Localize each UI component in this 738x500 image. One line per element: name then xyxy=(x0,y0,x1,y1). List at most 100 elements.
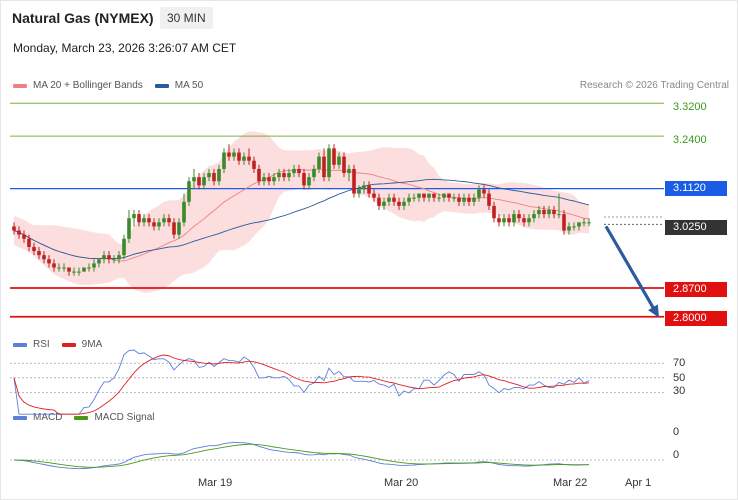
candle-body xyxy=(327,148,331,178)
candle-body xyxy=(547,210,551,215)
candle-body xyxy=(262,177,266,182)
candle-body xyxy=(482,189,486,194)
candle-body xyxy=(322,156,326,178)
candle-body xyxy=(387,197,391,202)
candle-body xyxy=(222,152,226,169)
candle-body xyxy=(192,177,196,182)
candle-body xyxy=(512,214,516,223)
candle-body xyxy=(197,177,201,186)
candle-body xyxy=(437,197,441,199)
candle-body xyxy=(562,214,566,231)
candle-body xyxy=(367,185,371,194)
candle-body xyxy=(332,148,336,165)
candle-body xyxy=(72,271,76,273)
candle-body xyxy=(402,201,406,206)
candle-body xyxy=(272,177,276,182)
candle-body xyxy=(17,230,21,235)
x-axis-tick-label: Apr 1 xyxy=(625,477,652,489)
candle-body xyxy=(237,152,241,161)
candle-body xyxy=(257,168,261,182)
candle-body xyxy=(337,156,341,165)
candle-body xyxy=(522,218,526,223)
candle-body xyxy=(557,214,561,216)
x-axis-tick-label: Mar 19 xyxy=(198,477,233,489)
candle-body xyxy=(152,222,156,227)
candle-body xyxy=(42,255,46,260)
rsi-level-label: 70 xyxy=(673,357,686,369)
candle-body xyxy=(202,177,206,186)
candle-body xyxy=(172,222,176,235)
candle-body xyxy=(347,168,351,174)
macd-level-label: 0 xyxy=(673,426,680,438)
support-level-tag: 2.8000 xyxy=(665,311,727,326)
candle-body xyxy=(147,218,151,223)
candle-body xyxy=(357,189,361,194)
candle-body xyxy=(487,193,491,206)
candle-body xyxy=(252,160,256,169)
candle-body xyxy=(372,193,376,198)
rsi-line xyxy=(13,349,590,415)
candle-body xyxy=(122,238,126,256)
candle-body xyxy=(447,193,451,198)
macd-signal-line xyxy=(13,443,589,468)
candle-body xyxy=(572,226,576,228)
candle-body xyxy=(342,156,346,174)
candle-body xyxy=(157,222,161,227)
candle-body xyxy=(37,251,41,256)
price-chart-canvas[interactable] xyxy=(0,0,738,500)
candle-body xyxy=(67,267,71,272)
candle-body xyxy=(382,201,386,206)
candle-body xyxy=(352,168,356,194)
candle-body xyxy=(167,218,171,223)
candle-body xyxy=(32,246,36,252)
candle-body xyxy=(502,218,506,223)
candle-body xyxy=(12,226,16,231)
x-axis-tick-label: Mar 20 xyxy=(384,477,419,489)
candle-body xyxy=(587,222,591,224)
candle-body xyxy=(47,259,51,264)
rsi-level-label: 30 xyxy=(673,385,686,397)
candle-body xyxy=(112,259,116,261)
candle-body xyxy=(287,173,291,178)
candle-body xyxy=(82,267,86,272)
candle-body xyxy=(62,267,66,269)
rsi-level-label: 50 xyxy=(673,372,686,384)
candle-body xyxy=(457,197,461,202)
candle-body xyxy=(422,193,426,198)
candle-body xyxy=(57,267,61,269)
candle-body xyxy=(432,193,436,198)
candle-body xyxy=(497,218,501,223)
candle-body xyxy=(282,173,286,178)
candle-body xyxy=(97,259,101,264)
candle-body xyxy=(227,152,231,157)
candle-body xyxy=(22,234,26,239)
candle-body xyxy=(462,197,466,202)
candle-body xyxy=(142,218,146,223)
candle-body xyxy=(127,218,131,239)
candle-body xyxy=(212,173,216,182)
candle-body xyxy=(182,201,186,223)
candle-body xyxy=(137,214,141,223)
support-level-tag: 2.8700 xyxy=(665,282,727,297)
candle-body xyxy=(92,263,96,268)
macd-line xyxy=(13,441,590,470)
candle-body xyxy=(392,197,396,202)
candle-body xyxy=(417,193,421,198)
candle-body xyxy=(527,218,531,223)
candle-body xyxy=(472,197,476,202)
candle-body xyxy=(267,177,271,182)
candle-body xyxy=(442,193,446,198)
candle-body xyxy=(247,156,251,161)
candle-body xyxy=(477,189,481,198)
candle-body xyxy=(362,185,366,190)
candle-body xyxy=(412,197,416,199)
candle-body xyxy=(552,210,556,215)
target-level-label: 3.2400 xyxy=(673,134,707,146)
candle-body xyxy=(317,156,321,169)
candle-body xyxy=(52,263,56,268)
x-axis-tick-label: Mar 22 xyxy=(553,477,588,489)
candle-body xyxy=(277,173,281,178)
candle-body xyxy=(452,197,456,199)
candle-body xyxy=(87,267,91,269)
candle-body xyxy=(312,168,316,178)
